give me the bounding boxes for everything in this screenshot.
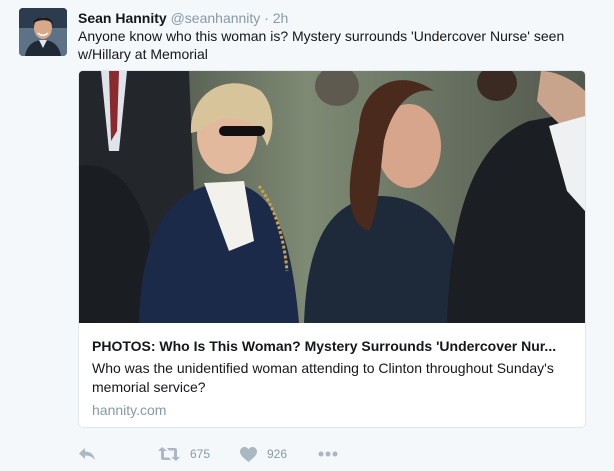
avatar-image [19, 8, 67, 56]
author-handle[interactable]: @seanhannity [171, 10, 261, 26]
separator: · [264, 10, 269, 26]
card-description: Who was the unidentified woman attending… [92, 360, 554, 395]
retweet-icon [158, 447, 180, 461]
author-name[interactable]: Sean Hannity [78, 10, 167, 26]
more-icon [318, 451, 338, 457]
link-card[interactable]: PHOTOS: Who Is This Woman? Mystery Surro… [78, 70, 586, 428]
card-title[interactable]: PHOTOS: Who Is This Woman? Mystery Surro… [92, 337, 574, 355]
tweet-text: Anyone know who this woman is? Mystery s… [78, 28, 565, 62]
like-count: 926 [267, 447, 288, 461]
reply-icon [79, 448, 95, 460]
retweet-button[interactable]: 675 [158, 443, 210, 465]
card-domain[interactable]: hannity.com [92, 401, 166, 419]
tweet: Sean Hannity @seanhannity · 2h Anyone kn… [0, 0, 614, 471]
tweet-header: Sean Hannity @seanhannity · 2h [78, 9, 288, 27]
reply-button[interactable] [78, 443, 96, 465]
avatar[interactable] [19, 8, 67, 56]
retweet-count: 675 [190, 447, 211, 461]
heart-icon [240, 446, 257, 462]
card-photo[interactable] [79, 71, 585, 323]
more-button[interactable] [318, 443, 338, 465]
like-button[interactable]: 926 [240, 443, 287, 465]
timestamp[interactable]: 2h [273, 10, 289, 26]
